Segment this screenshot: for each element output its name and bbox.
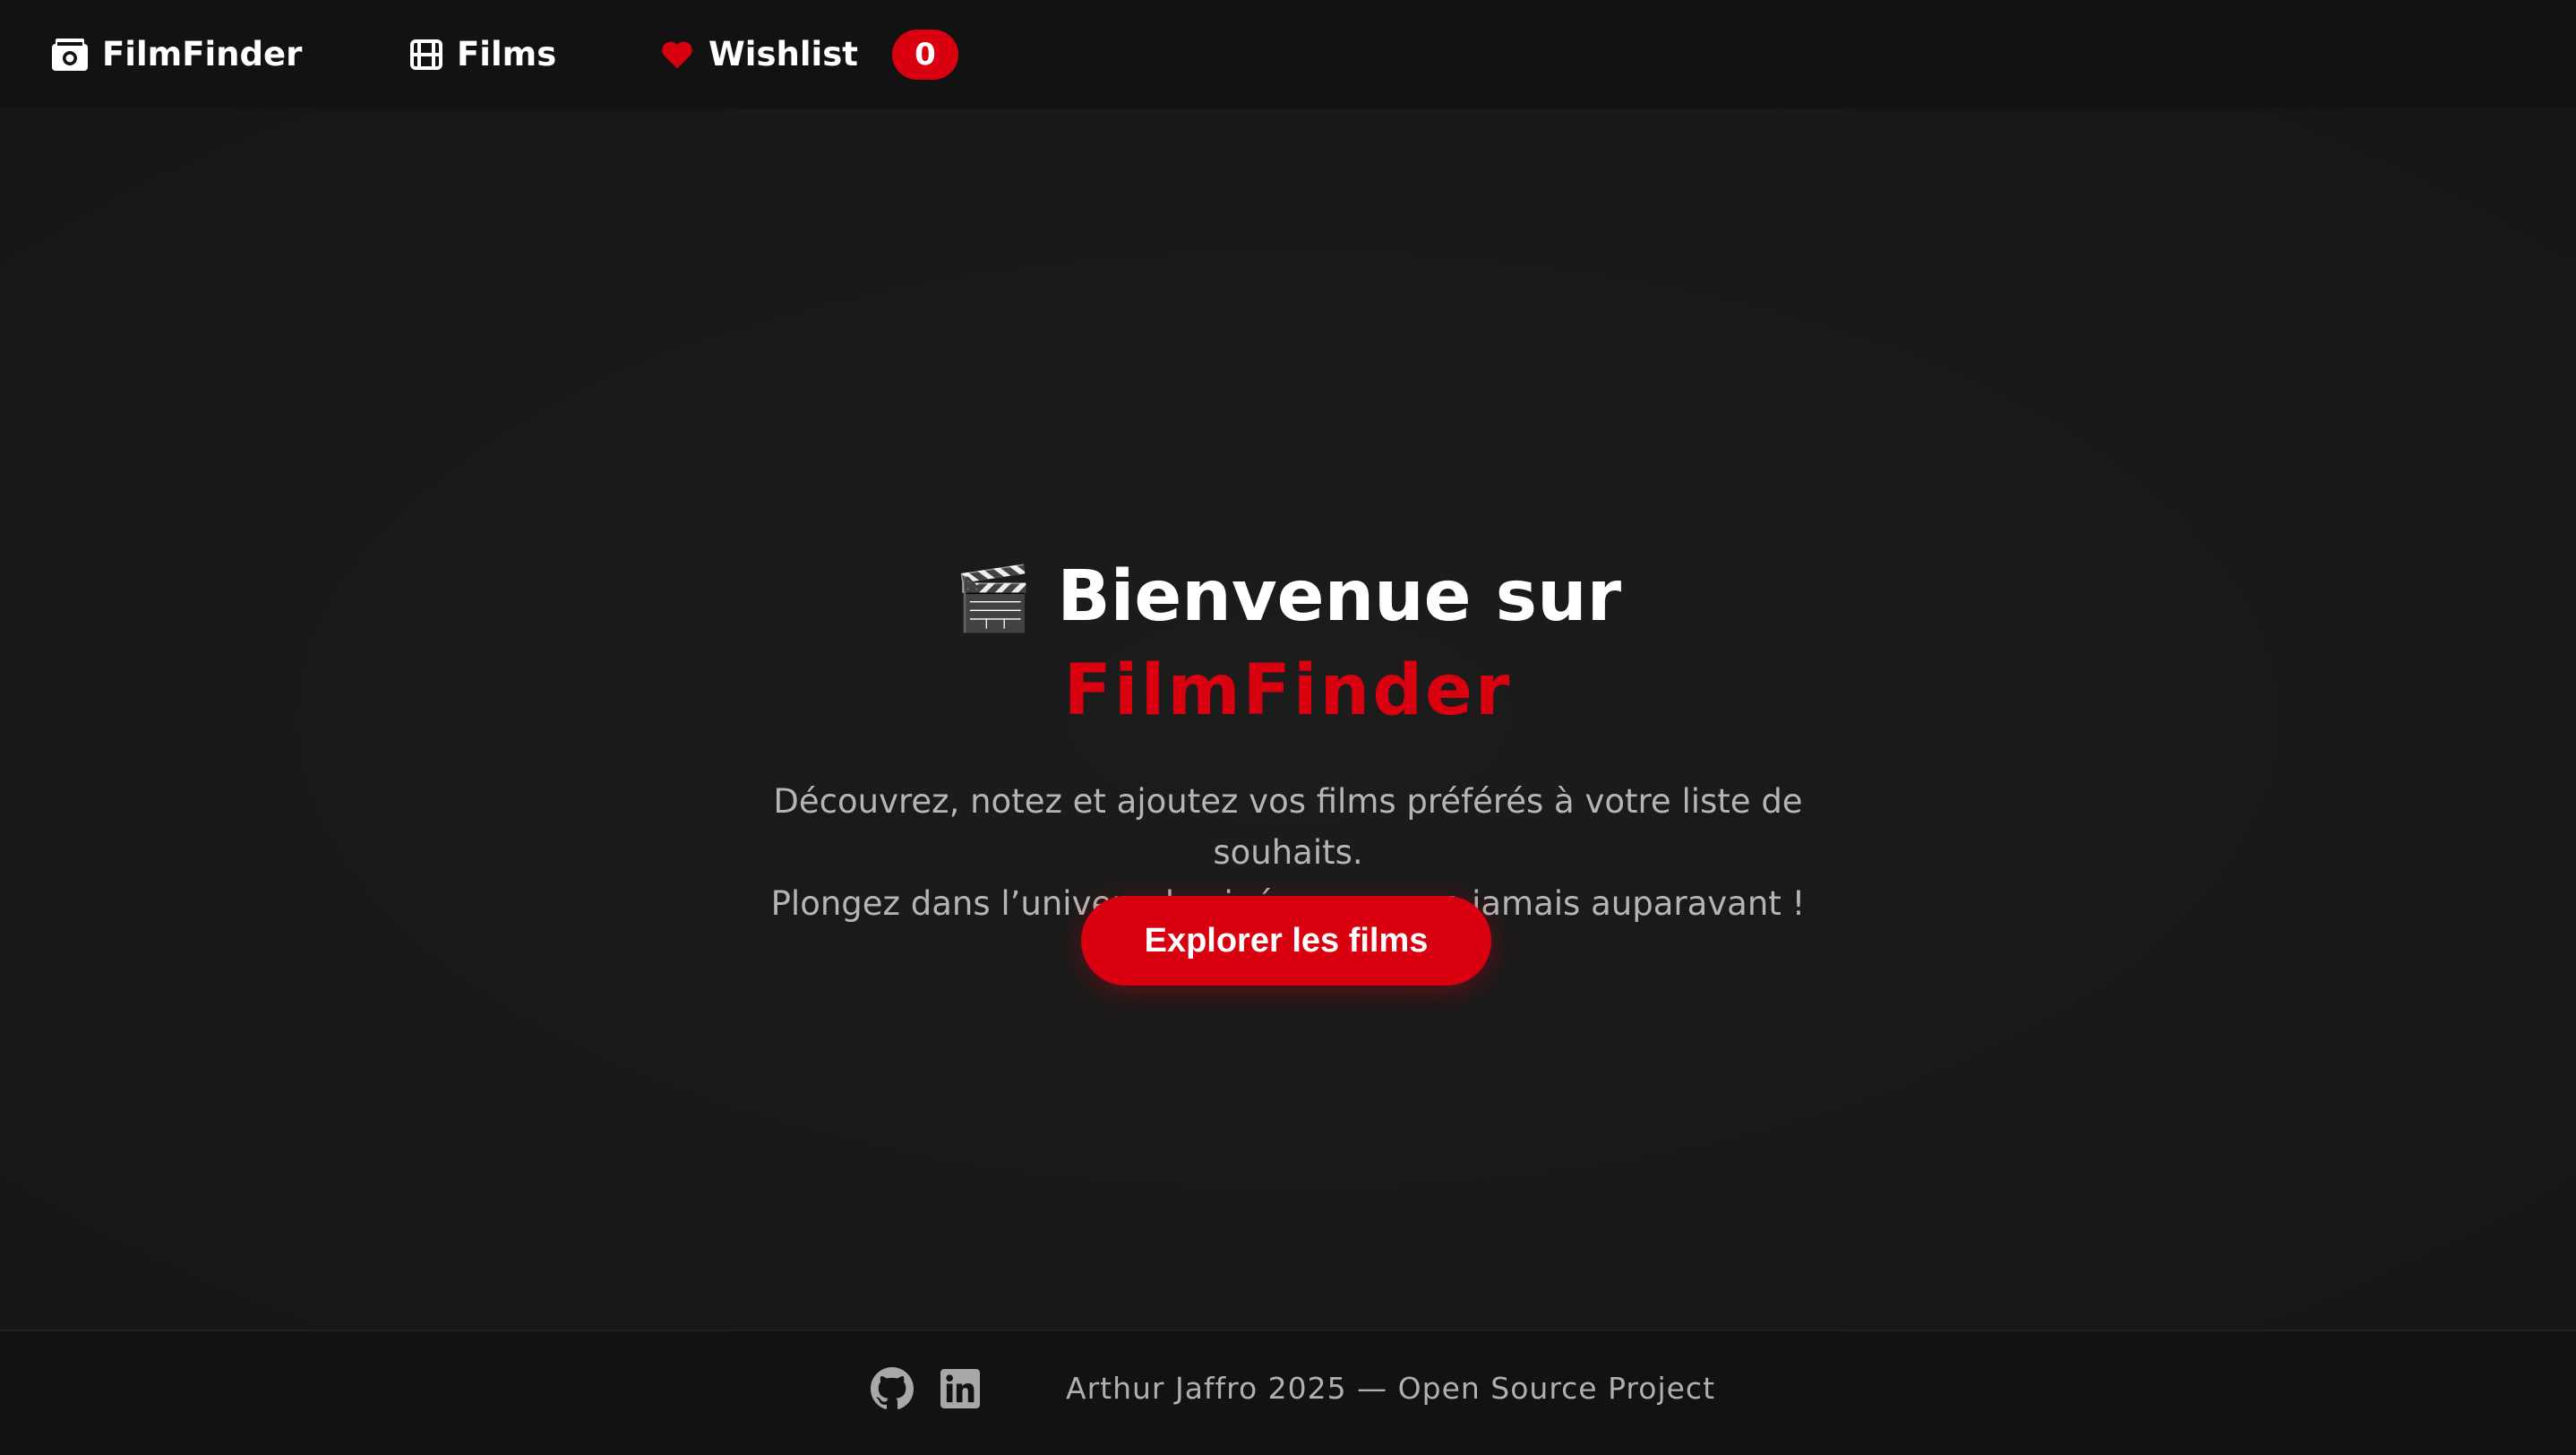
- films-label: Films: [457, 35, 557, 73]
- hero-title-line1: Bienvenue sur: [1057, 556, 1622, 637]
- clapperboard-icon: 🎬: [954, 562, 1034, 635]
- brand-link[interactable]: FilmFinder: [52, 0, 302, 108]
- hero-title: 🎬 Bienvenue sur: [0, 556, 2576, 637]
- linkedin-icon: [940, 1369, 980, 1408]
- explore-films-button[interactable]: Explorer les films: [1081, 896, 1491, 986]
- subtitle-line: souhaits.: [1213, 833, 1363, 872]
- camera-icon: [52, 38, 88, 71]
- footer-credit: Arthur Jaffro 2025 — Open Source Project: [1066, 1371, 1716, 1406]
- nav-wishlist[interactable]: Wishlist 0: [660, 0, 958, 108]
- nav-films[interactable]: Films: [410, 0, 556, 108]
- wishlist-label: Wishlist: [708, 35, 858, 73]
- github-icon: [871, 1367, 914, 1409]
- brand-label: FilmFinder: [102, 35, 303, 73]
- navbar: FilmFinder Films Wishlist 0: [0, 0, 2576, 108]
- footer: Arthur Jaffro 2025 — Open Source Project: [0, 1330, 2576, 1455]
- linkedin-link[interactable]: [940, 1369, 980, 1412]
- hero-title-brand: FilmFinder: [1063, 650, 1513, 731]
- film-icon: [410, 39, 442, 70]
- wishlist-count-badge: 0: [891, 29, 958, 80]
- heart-icon: [662, 41, 692, 68]
- github-link[interactable]: [871, 1367, 914, 1414]
- subtitle-line: Découvrez, notez et ajoutez vos films pr…: [773, 782, 1803, 821]
- hero-section: 🎬 Bienvenue sur FilmFinder Découvrez, no…: [0, 108, 2576, 1330]
